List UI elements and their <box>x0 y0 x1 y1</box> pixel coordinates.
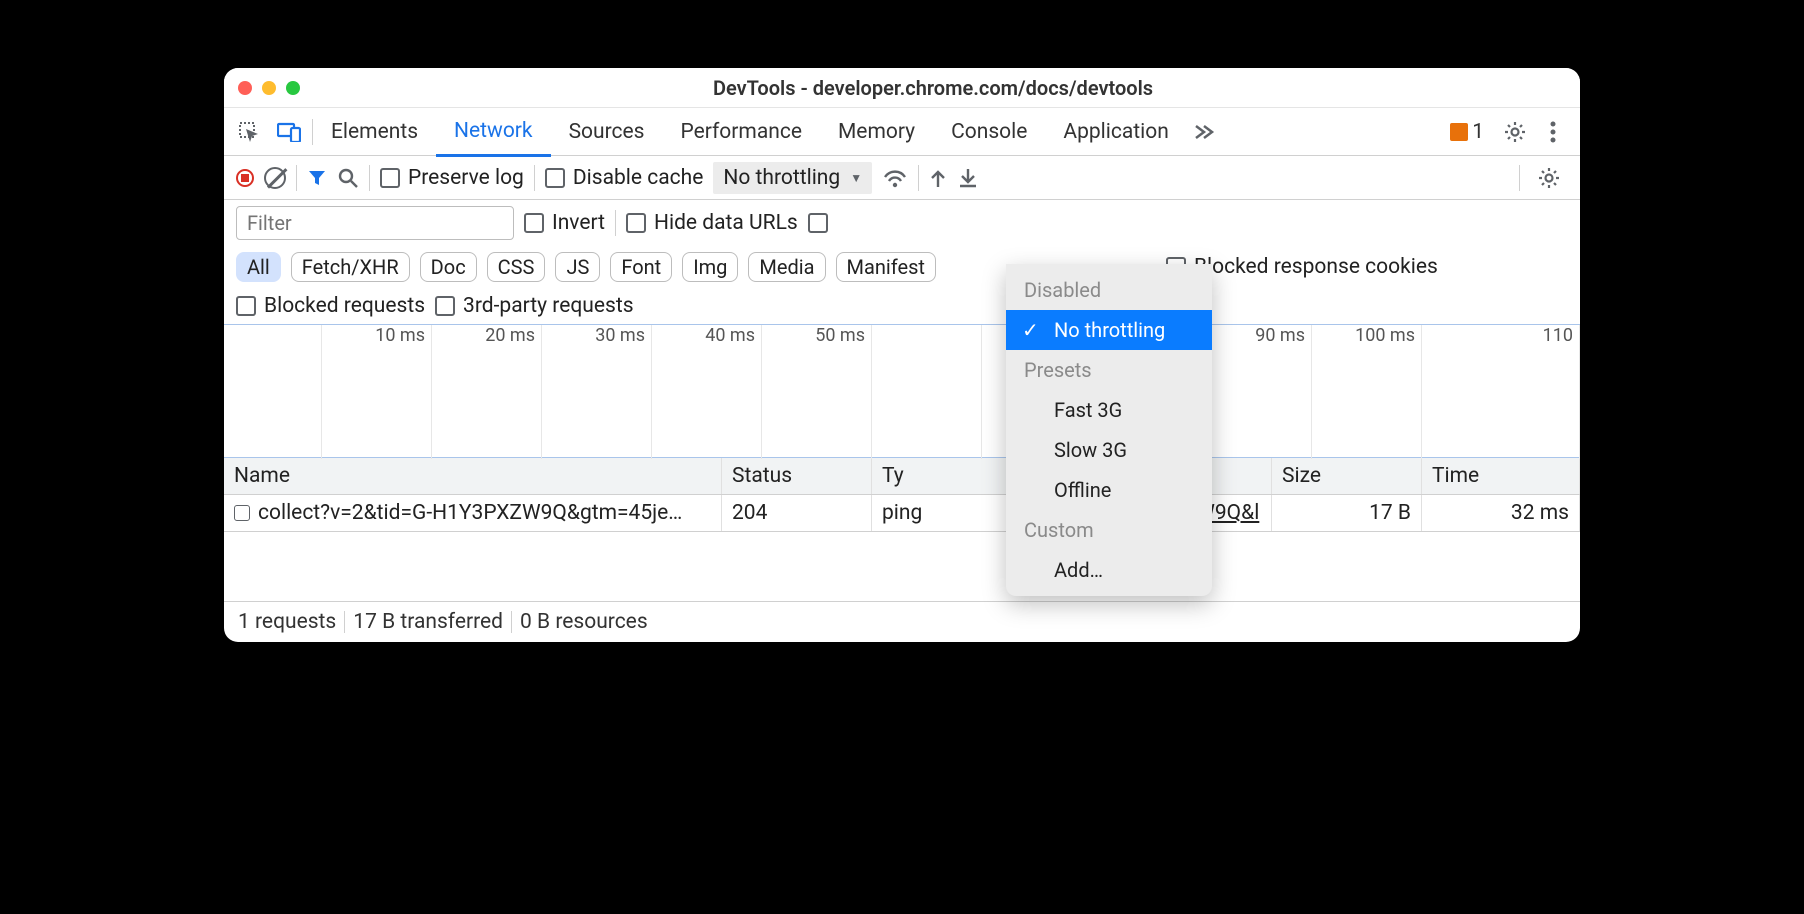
type-pill-css[interactable]: CSS <box>487 252 546 282</box>
close-window-button[interactable] <box>238 81 252 95</box>
cell-name: collect?v=2&tid=G-H1Y3PXZW9Q&gtm=45je… <box>224 495 722 531</box>
preserve-log-checkbox[interactable]: Preserve log <box>380 166 524 190</box>
timeline-tick <box>872 325 982 459</box>
tab-performance[interactable]: Performance <box>662 109 819 155</box>
dd-presets-header: Presets <box>1006 350 1212 390</box>
cell-size: 17 B <box>1272 495 1422 531</box>
dd-add-custom[interactable]: Add… <box>1006 550 1212 590</box>
timeline-tick: 40 ms <box>652 325 762 459</box>
cell-type: ping <box>872 495 1022 531</box>
filter-toggle-icon[interactable] <box>307 168 327 188</box>
filter-row-2: All Fetch/XHR Doc CSS JS Font Img Media … <box>224 246 1580 288</box>
third-party-checkbox[interactable]: 3rd-party requests <box>435 294 633 318</box>
divider <box>534 165 535 191</box>
tab-network[interactable]: Network <box>436 109 551 157</box>
dd-offline[interactable]: Offline <box>1006 470 1212 510</box>
network-conditions-icon[interactable] <box>882 167 908 189</box>
inspect-icon[interactable] <box>232 115 266 149</box>
timeline-tick: 20 ms <box>432 325 542 459</box>
divider <box>369 165 370 191</box>
status-resources: 0 B resources <box>520 610 648 634</box>
disable-cache-checkbox[interactable]: Disable cache <box>545 166 704 190</box>
filter-row-1: Invert Hide data URLs <box>224 200 1580 246</box>
chevron-down-icon: ▼ <box>850 171 862 185</box>
request-row[interactable]: collect?v=2&tid=G-H1Y3PXZW9Q&gtm=45je… 2… <box>224 495 1580 532</box>
timeline-tick: 100 ms <box>1312 325 1422 459</box>
filter-row-3: Blocked requests 3rd-party requests <box>224 288 1580 324</box>
titlebar: DevTools - developer.chrome.com/docs/dev… <box>224 68 1580 108</box>
window-controls <box>238 81 300 95</box>
timeline-tick: 90 ms <box>1202 325 1312 459</box>
type-pill-media[interactable]: Media <box>748 252 825 282</box>
kebab-menu-icon[interactable] <box>1540 119 1566 145</box>
minimize-window-button[interactable] <box>262 81 276 95</box>
more-tabs-icon[interactable] <box>1187 115 1221 149</box>
timeline-tick: 30 ms <box>542 325 652 459</box>
network-toolbar: Preserve log Disable cache No throttling… <box>224 156 1580 200</box>
type-pill-all[interactable]: All <box>236 252 281 282</box>
window-title: DevTools - developer.chrome.com/docs/dev… <box>300 76 1566 100</box>
type-pill-fetch[interactable]: Fetch/XHR <box>291 252 410 282</box>
dd-fast-3g[interactable]: Fast 3G <box>1006 390 1212 430</box>
divider <box>344 611 345 633</box>
zoom-window-button[interactable] <box>286 81 300 95</box>
download-har-icon[interactable] <box>957 167 979 189</box>
request-table-header: Name Status Ty Size Time <box>224 458 1580 495</box>
col-status[interactable]: Status <box>722 458 872 494</box>
status-transferred: 17 B transferred <box>353 610 503 634</box>
warning-count: 1 <box>1472 120 1484 144</box>
type-pill-font[interactable]: Font <box>610 252 672 282</box>
timeline-tick: 10 ms <box>322 325 432 459</box>
upload-har-icon[interactable] <box>929 167 947 189</box>
tab-sources[interactable]: Sources <box>551 109 663 155</box>
warning-icon <box>1450 123 1468 141</box>
issues-button[interactable]: 1 <box>1450 120 1484 144</box>
dd-slow-3g[interactable]: Slow 3G <box>1006 430 1212 470</box>
col-type[interactable]: Ty <box>872 458 1022 494</box>
divider <box>296 165 297 191</box>
search-icon[interactable] <box>337 167 359 189</box>
dd-no-throttling[interactable]: No throttling <box>1006 310 1212 350</box>
overview-timeline[interactable]: 10 ms 20 ms 30 ms 40 ms 50 ms 80 ms 90 m… <box>224 324 1580 458</box>
timeline-tick: 50 ms <box>762 325 872 459</box>
filter-input[interactable] <box>236 206 514 240</box>
timeline-tick: 110 <box>1422 325 1580 459</box>
col-size[interactable]: Size <box>1272 458 1422 494</box>
throttling-select[interactable]: No throttling ▼ <box>713 162 872 194</box>
tab-console[interactable]: Console <box>933 109 1045 155</box>
tab-memory[interactable]: Memory <box>820 109 933 155</box>
divider <box>615 210 616 236</box>
type-pill-img[interactable]: Img <box>682 252 738 282</box>
panel-tabs: Elements Network Sources Performance Mem… <box>224 108 1580 156</box>
type-pill-doc[interactable]: Doc <box>420 252 477 282</box>
type-pill-manifest[interactable]: Manifest <box>836 252 936 282</box>
type-pill-js[interactable]: JS <box>555 252 600 282</box>
hide-data-urls-checkbox[interactable]: Hide data URLs <box>626 211 798 235</box>
hidden-checkbox[interactable] <box>808 213 828 233</box>
record-button[interactable] <box>236 169 254 187</box>
timeline-tick <box>224 325 322 459</box>
dd-disabled-header: Disabled <box>1006 270 1212 310</box>
cell-status: 204 <box>722 495 872 531</box>
col-time[interactable]: Time <box>1422 458 1580 494</box>
table-empty-area <box>224 532 1580 602</box>
cell-time: 32 ms <box>1422 495 1580 531</box>
status-requests: 1 requests <box>238 610 336 634</box>
device-toggle-icon[interactable] <box>272 115 306 149</box>
dd-custom-header: Custom <box>1006 510 1212 550</box>
tab-application[interactable]: Application <box>1045 109 1186 155</box>
settings-icon[interactable] <box>1502 119 1528 145</box>
network-settings-icon[interactable] <box>1536 165 1562 191</box>
col-name[interactable]: Name <box>224 458 722 494</box>
status-bar: 1 requests 17 B transferred 0 B resource… <box>224 602 1580 642</box>
tab-elements[interactable]: Elements <box>313 109 436 155</box>
clear-button[interactable] <box>264 167 286 189</box>
blocked-requests-checkbox[interactable]: Blocked requests <box>236 294 425 318</box>
divider <box>1519 165 1520 191</box>
devtools-window: DevTools - developer.chrome.com/docs/dev… <box>224 68 1580 642</box>
invert-checkbox[interactable]: Invert <box>524 211 605 235</box>
throttling-dropdown: Disabled No throttling Presets Fast 3G S… <box>1006 264 1212 596</box>
divider <box>918 165 919 191</box>
divider <box>511 611 512 633</box>
